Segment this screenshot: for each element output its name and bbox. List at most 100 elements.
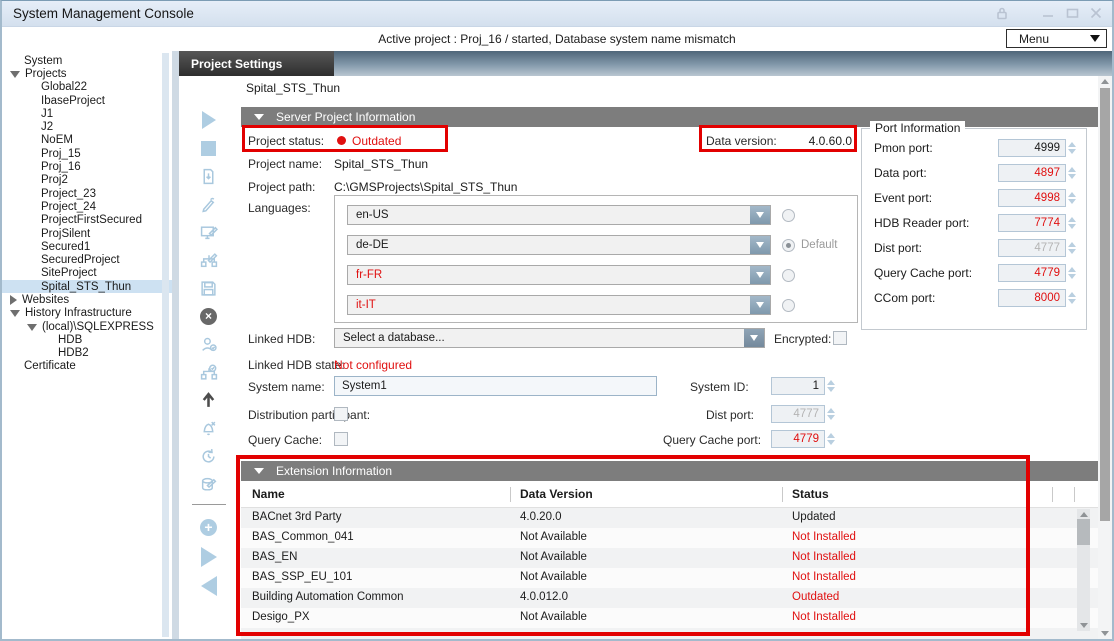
tree-expander-icon[interactable] — [27, 136, 36, 145]
restore-project-button[interactable] — [189, 162, 229, 190]
spinner-arrows-icon[interactable] — [827, 377, 835, 395]
chevron-down-icon[interactable] — [744, 329, 764, 347]
scroll-down-icon[interactable] — [1080, 623, 1088, 628]
tree-expander-icon[interactable] — [27, 123, 36, 132]
edit-project-button[interactable] — [189, 190, 229, 218]
tree-item[interactable]: Proj_16 — [2, 160, 172, 173]
tree-expander-icon[interactable] — [27, 269, 36, 278]
default-language-radio[interactable] — [782, 269, 795, 282]
extension-section-header[interactable]: Extension Information — [241, 461, 1098, 481]
history-restore-button[interactable] — [189, 442, 229, 470]
edit-distribution-button[interactable] — [189, 246, 229, 274]
content-scrollbar[interactable] — [1098, 76, 1112, 639]
table-row[interactable]: BAS_SSP_EU_101 Not Available Not Install… — [241, 568, 1098, 588]
linked-hdb-select[interactable]: Select a database... — [334, 328, 765, 348]
tree-item[interactable]: HDB — [2, 333, 172, 346]
tree-item[interactable]: Proj2 — [2, 174, 172, 187]
system-id-spinner[interactable]: 1 — [771, 377, 835, 395]
dist-port-spinner[interactable]: 4777 — [771, 405, 835, 423]
table-row[interactable]: Building Automation Common 4.0.012.0 Out… — [241, 588, 1098, 608]
spinner-arrows-icon[interactable] — [1068, 139, 1076, 157]
tree-item[interactable]: Websites — [2, 293, 172, 306]
tree-expander-icon[interactable] — [10, 310, 20, 317]
tree-item[interactable]: (local)\SQLEXPRESS — [2, 320, 172, 333]
tree-item[interactable]: Certificate — [2, 360, 172, 373]
query-cache-checkbox[interactable] — [334, 432, 348, 446]
default-language-radio[interactable] — [782, 299, 795, 312]
port-input[interactable]: 8000 — [998, 289, 1066, 307]
language-select[interactable]: it-IT — [347, 295, 771, 315]
chevron-down-icon[interactable] — [750, 296, 770, 314]
tree-expander-icon[interactable] — [27, 256, 36, 265]
port-input[interactable]: 4779 — [998, 264, 1066, 282]
tree-expander-icon[interactable] — [27, 229, 36, 238]
tree-item[interactable]: Proj_15 — [2, 147, 172, 160]
chevron-down-icon[interactable] — [750, 266, 770, 284]
tree-item[interactable]: J2 — [2, 120, 172, 133]
tree-expander-icon[interactable] — [27, 216, 36, 225]
tree-expander-icon[interactable] — [27, 109, 36, 118]
tree-expander-icon[interactable] — [27, 176, 36, 185]
tree-item[interactable]: Spital_STS_Thun — [2, 280, 172, 293]
spinner-arrows-icon[interactable] — [1068, 164, 1076, 182]
network-check-button[interactable] — [189, 358, 229, 386]
user-check-button[interactable] — [189, 330, 229, 358]
server-section-header[interactable]: Server Project Information — [241, 107, 1098, 127]
language-select[interactable]: en-US — [347, 205, 771, 225]
tree-item[interactable]: NoEM — [2, 134, 172, 147]
default-language-radio[interactable] — [782, 209, 795, 222]
edit-database-button[interactable] — [189, 470, 229, 498]
port-input[interactable]: 7774 — [998, 214, 1066, 232]
back-button[interactable] — [189, 569, 229, 597]
tree-expander-icon[interactable] — [10, 71, 20, 78]
chevron-down-icon[interactable] — [750, 206, 770, 224]
query-cache-port-spinner[interactable]: 4779 — [771, 430, 835, 448]
tree-item[interactable]: SiteProject — [2, 267, 172, 280]
scroll-up-icon[interactable] — [1101, 79, 1109, 84]
edit-station-button[interactable] — [189, 218, 229, 246]
tree-expander-icon[interactable] — [27, 282, 36, 291]
tree-expander-icon[interactable] — [44, 349, 53, 358]
add-button[interactable]: + — [189, 513, 229, 541]
tree-item[interactable]: ProjSilent — [2, 227, 172, 240]
port-input[interactable]: 4998 — [998, 189, 1066, 207]
tree-item[interactable]: ProjectFirstSecured — [2, 214, 172, 227]
spinner-arrows-icon[interactable] — [1068, 289, 1076, 307]
tree-expander-icon[interactable] — [27, 202, 36, 211]
tree-expander-icon[interactable] — [27, 149, 36, 158]
distribution-participant-checkbox[interactable] — [334, 407, 348, 421]
tree-expander-icon[interactable] — [27, 83, 36, 92]
tree-item[interactable]: HDB2 — [2, 347, 172, 360]
tree-expander-icon[interactable] — [10, 362, 19, 371]
close-project-button[interactable]: × — [189, 302, 229, 330]
tree-item[interactable]: Secured1 — [2, 240, 172, 253]
spinner-arrows-icon[interactable] — [1068, 239, 1076, 257]
menu-dropdown[interactable]: Menu — [1006, 29, 1107, 48]
table-row[interactable]: BAS_Common_041 Not Available Not Install… — [241, 528, 1098, 548]
tree-expander-icon[interactable] — [27, 324, 37, 331]
spinner-arrows-icon[interactable] — [827, 405, 835, 423]
forward-button[interactable] — [189, 541, 229, 569]
spinner-arrows-icon[interactable] — [827, 430, 835, 448]
column-header-data-version[interactable]: Data Version — [520, 487, 593, 501]
chevron-down-icon[interactable] — [750, 236, 770, 254]
tree-expander-icon[interactable] — [27, 189, 36, 198]
upgrade-project-button[interactable] — [189, 386, 229, 414]
scroll-down-icon[interactable] — [1101, 631, 1109, 636]
scrollbar-thumb[interactable] — [1100, 88, 1110, 521]
tree-item[interactable]: SecuredProject — [2, 253, 172, 266]
tree-item[interactable]: J1 — [2, 107, 172, 120]
tree-expander-icon[interactable] — [10, 56, 19, 65]
column-header-name[interactable]: Name — [252, 487, 285, 501]
close-button[interactable] — [1084, 4, 1108, 22]
table-row[interactable]: BAS_EN Not Available Not Installed — [241, 548, 1098, 568]
tree-expander-icon[interactable] — [27, 163, 36, 172]
disable-notifications-button[interactable] — [189, 414, 229, 442]
tree-item[interactable]: Project_24 — [2, 200, 172, 213]
tree-item[interactable]: Projects — [2, 67, 172, 80]
column-header-status[interactable]: Status — [792, 487, 829, 501]
spinner-arrows-icon[interactable] — [1068, 189, 1076, 207]
system-name-input[interactable]: System1 — [334, 376, 657, 396]
table-row[interactable]: Desigo_PX Not Available Not Installed — [241, 608, 1098, 628]
spinner-arrows-icon[interactable] — [1068, 214, 1076, 232]
